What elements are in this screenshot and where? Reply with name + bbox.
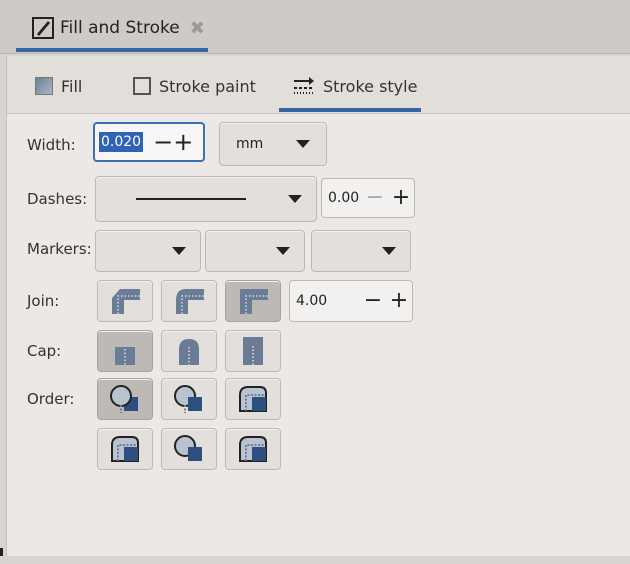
tab-fill[interactable]: Fill <box>35 66 82 106</box>
subtab-bar: Fill Stroke paint Stroke style <box>7 56 630 114</box>
width-unit-dropdown[interactable]: mm <box>219 122 327 166</box>
cap-square-icon <box>243 337 263 365</box>
order-stroke-markers-fill-icon <box>174 435 202 461</box>
dash-offset-increment-button[interactable]: + <box>388 187 414 209</box>
miter-limit-increment-button[interactable]: + <box>386 290 412 312</box>
active-tab-indicator <box>16 48 208 52</box>
tab-fill-label: Fill <box>61 76 83 96</box>
dash-offset-spinbox[interactable]: 0.00 − + <box>321 178 415 218</box>
join-bevel-button[interactable] <box>97 280 153 322</box>
tab-stroke-style-label: Stroke style <box>323 76 418 96</box>
chevron-down-icon <box>276 247 290 255</box>
miter-limit-spinbox[interactable]: 4.00 − + <box>289 280 413 322</box>
order-stroke-markers-fill-button[interactable] <box>161 428 217 470</box>
mid-marker-dropdown[interactable] <box>205 230 305 272</box>
dashes-label: Dashes: <box>27 190 88 208</box>
tab-stroke-paint[interactable]: Stroke paint <box>133 66 256 106</box>
start-marker-dropdown[interactable] <box>95 230 201 272</box>
order-markers-fill-stroke-button[interactable] <box>97 428 153 470</box>
close-icon[interactable]: ✖ <box>190 18 205 39</box>
cap-butt-button[interactable] <box>97 330 153 372</box>
order-fill-stroke-markers-button[interactable] <box>97 378 153 420</box>
stroke-style-icon <box>294 77 314 94</box>
chevron-down-icon <box>288 195 302 203</box>
stroke-style-active-indicator <box>279 108 421 112</box>
order-markers-fill-stroke-icon <box>111 436 139 462</box>
order-markers-stroke-fill-button[interactable] <box>225 428 281 470</box>
solid-line-preview <box>136 198 246 200</box>
join-miter-icon <box>240 289 268 314</box>
tab-title: Fill and Stroke <box>60 18 180 38</box>
width-decrement-button[interactable]: − <box>153 128 173 156</box>
width-unit-value: mm <box>236 136 264 152</box>
join-label: Join: <box>27 292 60 310</box>
dock-tab-bar: Fill and Stroke ✖ <box>0 0 630 54</box>
width-input[interactable]: 0.020 <box>99 132 144 152</box>
cap-round-icon <box>179 339 199 365</box>
dash-offset-input[interactable]: 0.00 <box>322 190 362 206</box>
tab-stroke-paint-label: Stroke paint <box>159 76 256 96</box>
order-label: Order: <box>27 390 75 408</box>
end-marker-dropdown[interactable] <box>311 230 411 272</box>
cap-butt-icon <box>115 347 135 365</box>
chevron-down-icon <box>172 247 186 255</box>
markers-label: Markers: <box>27 240 92 258</box>
miter-limit-decrement-button[interactable]: − <box>360 290 386 312</box>
order-fill-markers-stroke-button[interactable] <box>225 378 281 420</box>
miter-limit-input[interactable]: 4.00 <box>290 293 360 309</box>
stroke-swatch-icon <box>133 77 151 95</box>
dash-pattern-dropdown[interactable] <box>95 176 317 222</box>
cap-round-button[interactable] <box>161 330 217 372</box>
order-stroke-fill-markers-icon <box>174 385 202 413</box>
join-miter-button[interactable] <box>225 280 281 322</box>
order-fill-stroke-markers-icon <box>110 385 138 413</box>
join-round-button[interactable] <box>161 280 217 322</box>
join-round-icon <box>176 289 204 314</box>
cap-square-button[interactable] <box>225 330 281 372</box>
order-fill-markers-stroke-icon <box>239 386 267 412</box>
dash-offset-decrement-button[interactable]: − <box>362 187 388 209</box>
order-markers-stroke-fill-icon <box>239 436 267 462</box>
cap-label: Cap: <box>27 342 62 360</box>
paintbrush-icon <box>32 17 54 39</box>
width-label: Width: <box>27 136 76 154</box>
width-increment-button[interactable]: + <box>173 128 193 156</box>
chevron-down-icon <box>296 140 310 148</box>
join-bevel-icon <box>112 289 140 314</box>
tab-stroke-style[interactable]: Stroke style <box>293 66 417 106</box>
fill-and-stroke-panel: Fill Stroke paint Stroke style Width: 0.… <box>6 56 630 556</box>
window-edge-mark <box>0 548 3 556</box>
fill-and-stroke-tab[interactable]: Fill and Stroke ✖ <box>22 6 208 50</box>
order-stroke-fill-markers-button[interactable] <box>161 378 217 420</box>
chevron-down-icon <box>382 247 396 255</box>
fill-swatch-icon <box>35 77 53 95</box>
width-spinbox[interactable]: 0.020 − + <box>93 122 205 162</box>
